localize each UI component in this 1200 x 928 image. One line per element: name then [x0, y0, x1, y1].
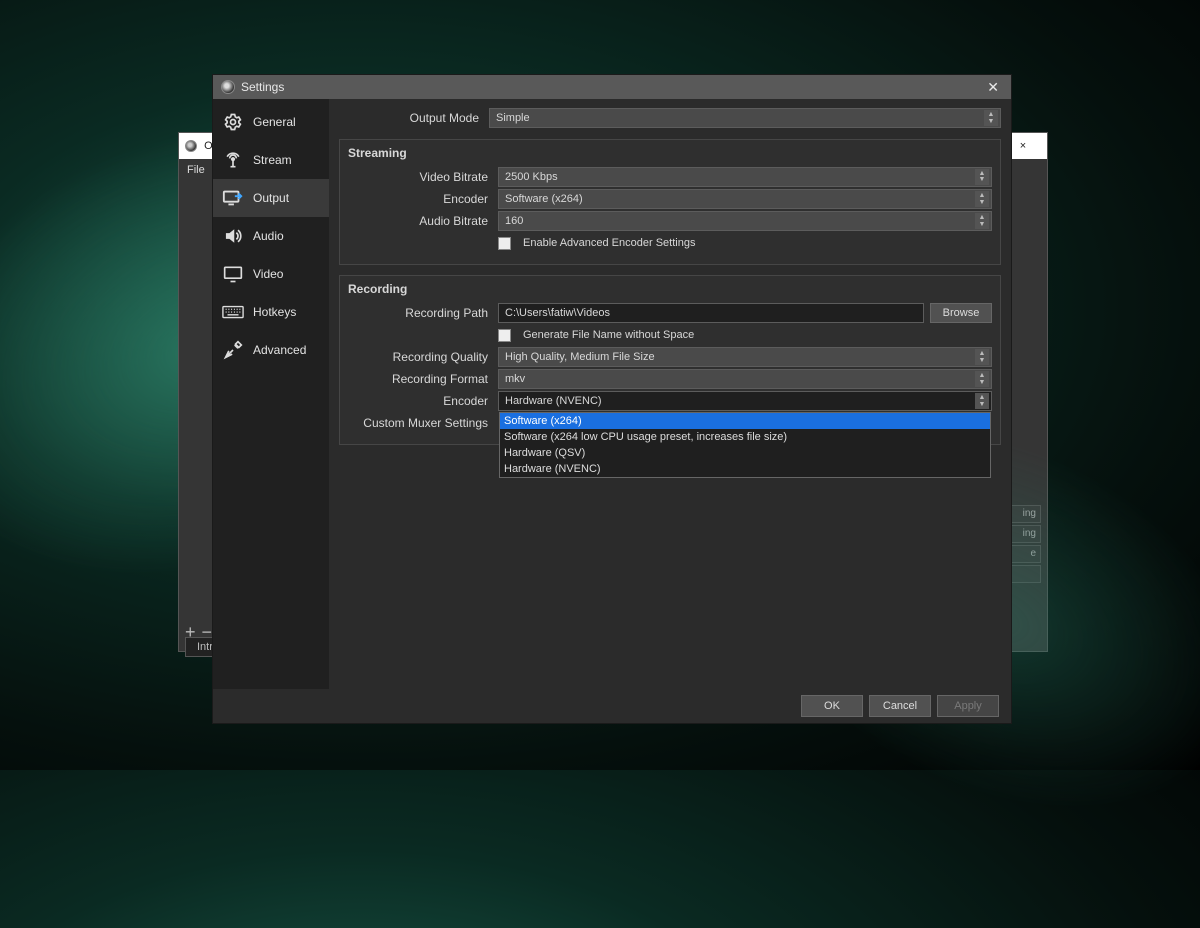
output-mode-label: Output Mode: [339, 111, 489, 125]
sidebar-item-label: General: [253, 115, 296, 129]
advanced-encoder-label: Enable Advanced Encoder Settings: [523, 237, 695, 249]
tools-icon: [221, 341, 245, 359]
recording-path-value: C:\Users\fatiw\Videos: [505, 307, 610, 319]
browse-button[interactable]: Browse: [930, 303, 992, 323]
recording-encoder-combo[interactable]: Hardware (NVENC) ▲▼ Software (x264) Soft…: [498, 391, 992, 411]
audio-bitrate-combo[interactable]: 160 ▲▼: [498, 211, 992, 231]
filename-nospace-checkbox[interactable]: [498, 329, 511, 342]
streaming-encoder-combo[interactable]: Software (x264) ▲▼: [498, 189, 992, 209]
recording-quality-value: High Quality, Medium File Size: [505, 351, 655, 363]
advanced-encoder-checkbox[interactable]: [498, 237, 511, 250]
sidebar-item-advanced[interactable]: Advanced: [213, 331, 329, 369]
obs-icon: [185, 140, 197, 152]
output-mode-value: Simple: [496, 112, 530, 124]
add-icon[interactable]: +: [185, 622, 196, 643]
audio-bitrate-value: 160: [505, 215, 523, 227]
recording-title: Recording: [348, 282, 992, 296]
apply-button[interactable]: Apply: [937, 695, 999, 717]
encoder-option[interactable]: Software (x264): [500, 413, 990, 429]
recording-format-combo[interactable]: mkv ▲▼: [498, 369, 992, 389]
settings-title: Settings: [241, 80, 284, 94]
encoder-option[interactable]: Software (x264 low CPU usage preset, inc…: [500, 429, 990, 445]
recording-path-label: Recording Path: [348, 306, 498, 320]
encoder-option[interactable]: Hardware (QSV): [500, 445, 990, 461]
output-mode-row: Output Mode Simple ▲▼: [339, 107, 1001, 129]
sidebar-item-label: Stream: [253, 153, 292, 167]
dialog-footer: OK Cancel Apply: [213, 689, 1011, 723]
spinner-icon[interactable]: ▲▼: [975, 169, 989, 185]
cancel-button[interactable]: Cancel: [869, 695, 931, 717]
sidebar-item-hotkeys[interactable]: Hotkeys: [213, 293, 329, 331]
antenna-icon: [221, 151, 245, 169]
settings-main: Output Mode Simple ▲▼ Streaming Video Bi…: [329, 99, 1011, 689]
keyboard-icon: [221, 303, 245, 321]
monitor-icon: [221, 265, 245, 283]
settings-dialog: Settings ✕ General Stream Output: [212, 74, 1012, 724]
video-bitrate-value: 2500 Kbps: [505, 171, 558, 183]
speaker-icon: [221, 227, 245, 245]
video-bitrate-label: Video Bitrate: [348, 170, 498, 184]
parent-toolstrip: + −: [185, 622, 212, 643]
sidebar-item-label: Audio: [253, 229, 284, 243]
sidebar-item-audio[interactable]: Audio: [213, 217, 329, 255]
recording-quality-combo[interactable]: High Quality, Medium File Size ▲▼: [498, 347, 992, 367]
sidebar-item-general[interactable]: General: [213, 103, 329, 141]
sidebar-item-stream[interactable]: Stream: [213, 141, 329, 179]
settings-titlebar: Settings ✕: [213, 75, 1011, 99]
output-mode-combo[interactable]: Simple ▲▼: [489, 108, 1001, 128]
sidebar-item-label: Advanced: [253, 343, 306, 357]
streaming-encoder-value: Software (x264): [505, 193, 583, 205]
sidebar-item-video[interactable]: Video: [213, 255, 329, 293]
audio-bitrate-label: Audio Bitrate: [348, 214, 498, 228]
custom-muxer-label: Custom Muxer Settings: [348, 416, 498, 430]
video-bitrate-input[interactable]: 2500 Kbps ▲▼: [498, 167, 992, 187]
sidebar-item-label: Hotkeys: [253, 305, 296, 319]
chevron-updown-icon: ▲▼: [975, 393, 989, 409]
sidebar-item-label: Output: [253, 191, 289, 205]
filename-nospace-label: Generate File Name without Space: [523, 329, 694, 341]
sidebar-item-output[interactable]: Output: [213, 179, 329, 217]
menu-file[interactable]: File: [187, 164, 205, 176]
recording-panel: Recording Recording Path C:\Users\fatiw\…: [339, 275, 1001, 445]
streaming-encoder-label: Encoder: [348, 192, 498, 206]
chevron-updown-icon: ▲▼: [975, 349, 989, 365]
settings-sidebar: General Stream Output Audio: [213, 99, 329, 689]
streaming-panel: Streaming Video Bitrate 2500 Kbps ▲▼ Enc…: [339, 139, 1001, 265]
recording-quality-label: Recording Quality: [348, 350, 498, 364]
recording-format-label: Recording Format: [348, 372, 498, 386]
recording-path-input[interactable]: C:\Users\fatiw\Videos: [498, 303, 924, 323]
sidebar-item-label: Video: [253, 267, 283, 281]
output-icon: [221, 189, 245, 207]
chevron-updown-icon: ▲▼: [975, 213, 989, 229]
chevron-updown-icon: ▲▼: [975, 371, 989, 387]
streaming-title: Streaming: [348, 146, 992, 160]
recording-encoder-label: Encoder: [348, 394, 498, 408]
gear-icon: [221, 113, 245, 131]
recording-encoder-value: Hardware (NVENC): [505, 395, 602, 407]
recording-encoder-dropdown: Software (x264) Software (x264 low CPU u…: [499, 412, 991, 478]
close-icon[interactable]: ✕: [983, 79, 1003, 96]
chevron-updown-icon: ▲▼: [975, 191, 989, 207]
encoder-option[interactable]: Hardware (NVENC): [500, 461, 990, 477]
ok-button[interactable]: OK: [801, 695, 863, 717]
chevron-updown-icon: ▲▼: [984, 110, 998, 126]
recording-format-value: mkv: [505, 373, 525, 385]
remove-icon[interactable]: −: [202, 622, 213, 643]
obs-icon: [221, 80, 235, 94]
